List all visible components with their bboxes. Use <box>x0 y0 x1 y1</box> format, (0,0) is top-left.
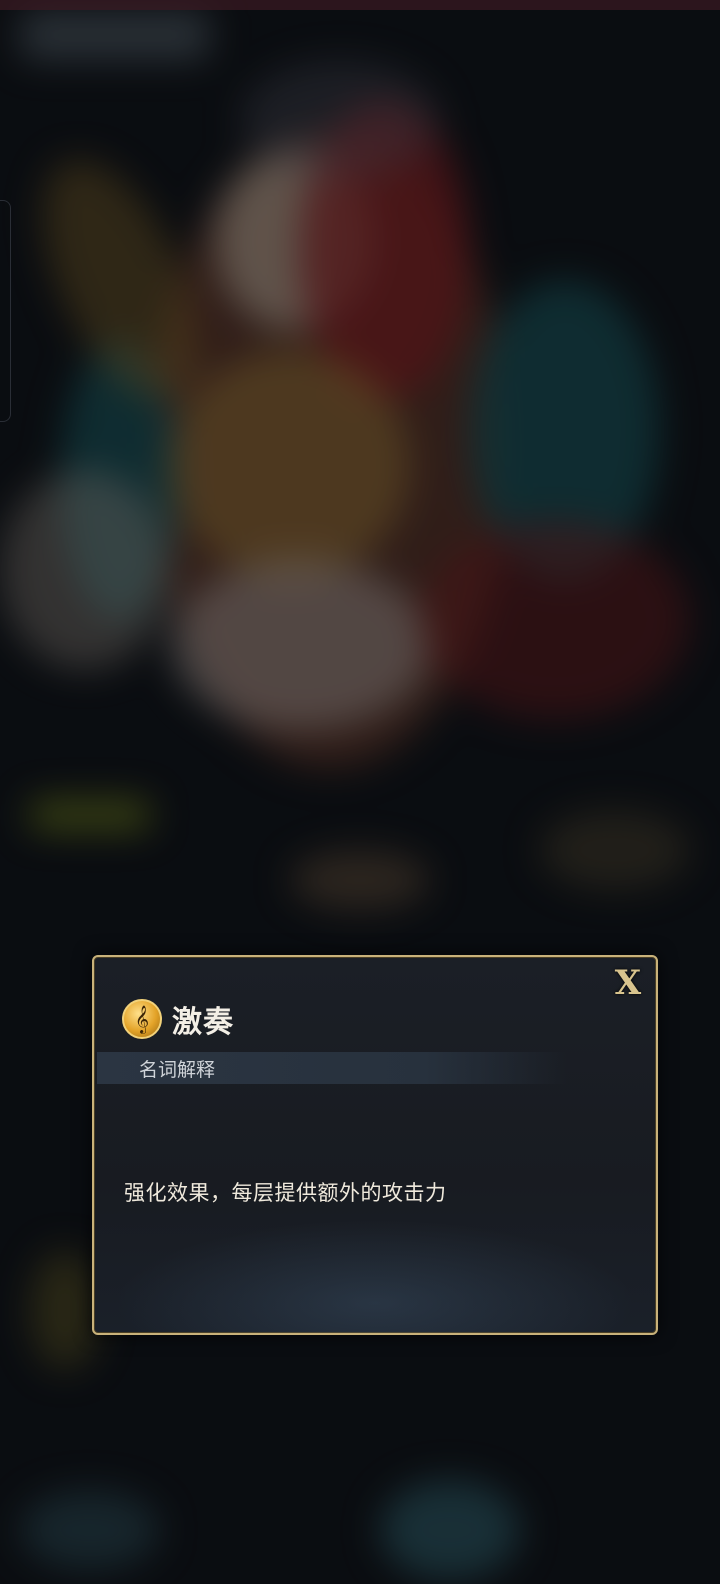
treble-clef-icon: 𝄞 <box>122 999 162 1039</box>
top-status-strip <box>0 0 720 10</box>
modal-backdrop[interactable] <box>0 0 720 1584</box>
section-header: 名词解释 <box>97 1052 567 1084</box>
dialog-title: 激奏 <box>172 1005 234 1040</box>
dialog-header: 𝄞 激奏 <box>122 997 234 1041</box>
section-label: 名词解释 <box>139 1058 216 1081</box>
term-explanation-dialog: X 𝄞 激奏 名词解释 强化效果，每层提供额外的攻击力 <box>92 955 658 1335</box>
close-icon[interactable]: X <box>608 963 648 1003</box>
term-description: 强化效果，每层提供额外的攻击力 <box>124 1181 447 1205</box>
side-handle <box>0 200 11 422</box>
